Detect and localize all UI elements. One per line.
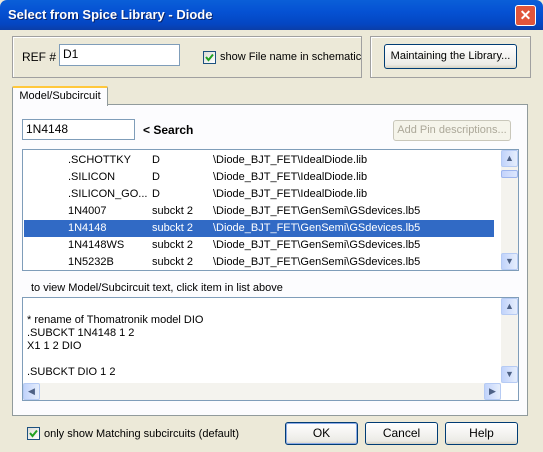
search-label[interactable]: < Search [143, 123, 193, 137]
item-path: \Diode_BJT_FET\GenSemi\GSdevices.lb5 [213, 239, 421, 251]
checkmark-icon [29, 429, 38, 438]
item-path: \Diode_BJT_FET\IdealDiode.lib [213, 171, 368, 183]
item-path: \Diode_BJT_FET\IdealDiode.lib [213, 154, 368, 166]
item-path: \Diode_BJT_FET\GenSemi\GSdevices.lb5 [213, 222, 421, 234]
only-matching-checkbox[interactable] [27, 427, 40, 440]
item-name: 1N5232B [68, 256, 114, 268]
window-title: Select from Spice Library - Diode [8, 7, 213, 22]
help-button[interactable]: Help [445, 422, 518, 445]
close-button[interactable]: ✕ [515, 5, 536, 26]
scroll-up-arrow-icon[interactable]: ▲ [501, 298, 518, 315]
item-type: subckt 2 [152, 239, 193, 251]
model-text-line: * rename of Thomatronik model DIO [27, 314, 204, 326]
list-item[interactable]: .SILICON_GO... D \Diode_BJT_FET\IdealDio… [24, 186, 494, 203]
scroll-right-arrow-icon[interactable]: ▶ [484, 383, 501, 400]
scroll-left-arrow-icon[interactable]: ◀ [23, 383, 40, 400]
item-type: D [152, 188, 160, 200]
item-name: .SCHOTTKY [68, 154, 131, 166]
search-input[interactable]: 1N4148 [22, 119, 135, 140]
ref-input[interactable]: D1 [59, 44, 180, 66]
item-type: D [152, 171, 160, 183]
item-name: .SILICON_GO... [68, 188, 148, 200]
item-name: 1N4148WS [68, 239, 125, 251]
scroll-down-arrow-icon[interactable]: ▼ [501, 366, 518, 383]
cancel-button[interactable]: Cancel [365, 422, 438, 445]
show-file-name-checkbox[interactable] [203, 51, 216, 64]
checkmark-icon [205, 53, 214, 62]
list-item[interactable]: .SILICON D \Diode_BJT_FET\IdealDiode.lib [24, 169, 494, 186]
hint-text: to view Model/Subcircuit text, click ite… [31, 282, 283, 294]
ok-button[interactable]: OK [285, 422, 358, 445]
list-item[interactable]: 1N4007 subckt 2 \Diode_BJT_FET\GenSemi\G… [24, 203, 494, 220]
item-name: 1N4007 [68, 205, 107, 217]
model-text-line: .SUBCKT 1N4148 1 2 [27, 327, 135, 339]
list-item[interactable]: 1N5232B subckt 2 \Diode_BJT_FET\GenSemi\… [24, 254, 494, 270]
list-vertical-scrollbar[interactable]: ▲ ▼ [501, 150, 518, 270]
text-vertical-scrollbar[interactable]: ▲ ▼ [501, 298, 518, 383]
model-text-area[interactable]: * rename of Thomatronik model DIO .SUBCK… [22, 297, 519, 401]
only-matching-label: only show Matching subcircuits (default) [44, 428, 240, 440]
item-name: .SILICON [68, 171, 116, 183]
title-bar: Select from Spice Library - Diode ✕ [0, 0, 543, 30]
item-type: subckt 2 [152, 222, 193, 234]
item-type: subckt 2 [152, 205, 193, 217]
item-path: \Diode_BJT_FET\IdealDiode.lib [213, 188, 368, 200]
item-type: D [152, 154, 160, 166]
text-horizontal-scrollbar[interactable]: ◀ ▶ [23, 383, 501, 400]
add-pin-descriptions-button[interactable]: Add Pin descriptions... [393, 120, 511, 141]
ref-label: REF # [22, 50, 57, 64]
item-type: subckt 2 [152, 256, 193, 268]
tab-model-subcircuit[interactable]: Model/Subcircuit [12, 86, 108, 106]
item-path: \Diode_BJT_FET\GenSemi\GSdevices.lb5 [213, 256, 421, 268]
item-path: \Diode_BJT_FET\GenSemi\GSdevices.lb5 [213, 205, 421, 217]
model-text-line: .SUBCKT DIO 1 2 [27, 366, 116, 378]
scroll-up-arrow-icon[interactable]: ▲ [501, 150, 518, 167]
list-item[interactable]: .SCHOTTKY D \Diode_BJT_FET\IdealDiode.li… [24, 152, 494, 169]
model-text-line: X1 1 2 DIO [27, 340, 82, 352]
item-name: 1N4148 [68, 222, 107, 234]
scroll-down-arrow-icon[interactable]: ▼ [501, 253, 518, 270]
scrollbar-thumb[interactable] [501, 170, 518, 178]
model-list[interactable]: .SCHOTTKY D \Diode_BJT_FET\IdealDiode.li… [22, 149, 519, 271]
maintaining-library-button[interactable]: Maintaining the Library... [384, 44, 517, 69]
list-item-selected[interactable]: 1N4148 subckt 2 \Diode_BJT_FET\GenSemi\G… [24, 220, 494, 237]
show-file-name-label: show File name in schematic [220, 51, 362, 63]
list-item[interactable]: 1N4148WS subckt 2 \Diode_BJT_FET\GenSemi… [24, 237, 494, 254]
